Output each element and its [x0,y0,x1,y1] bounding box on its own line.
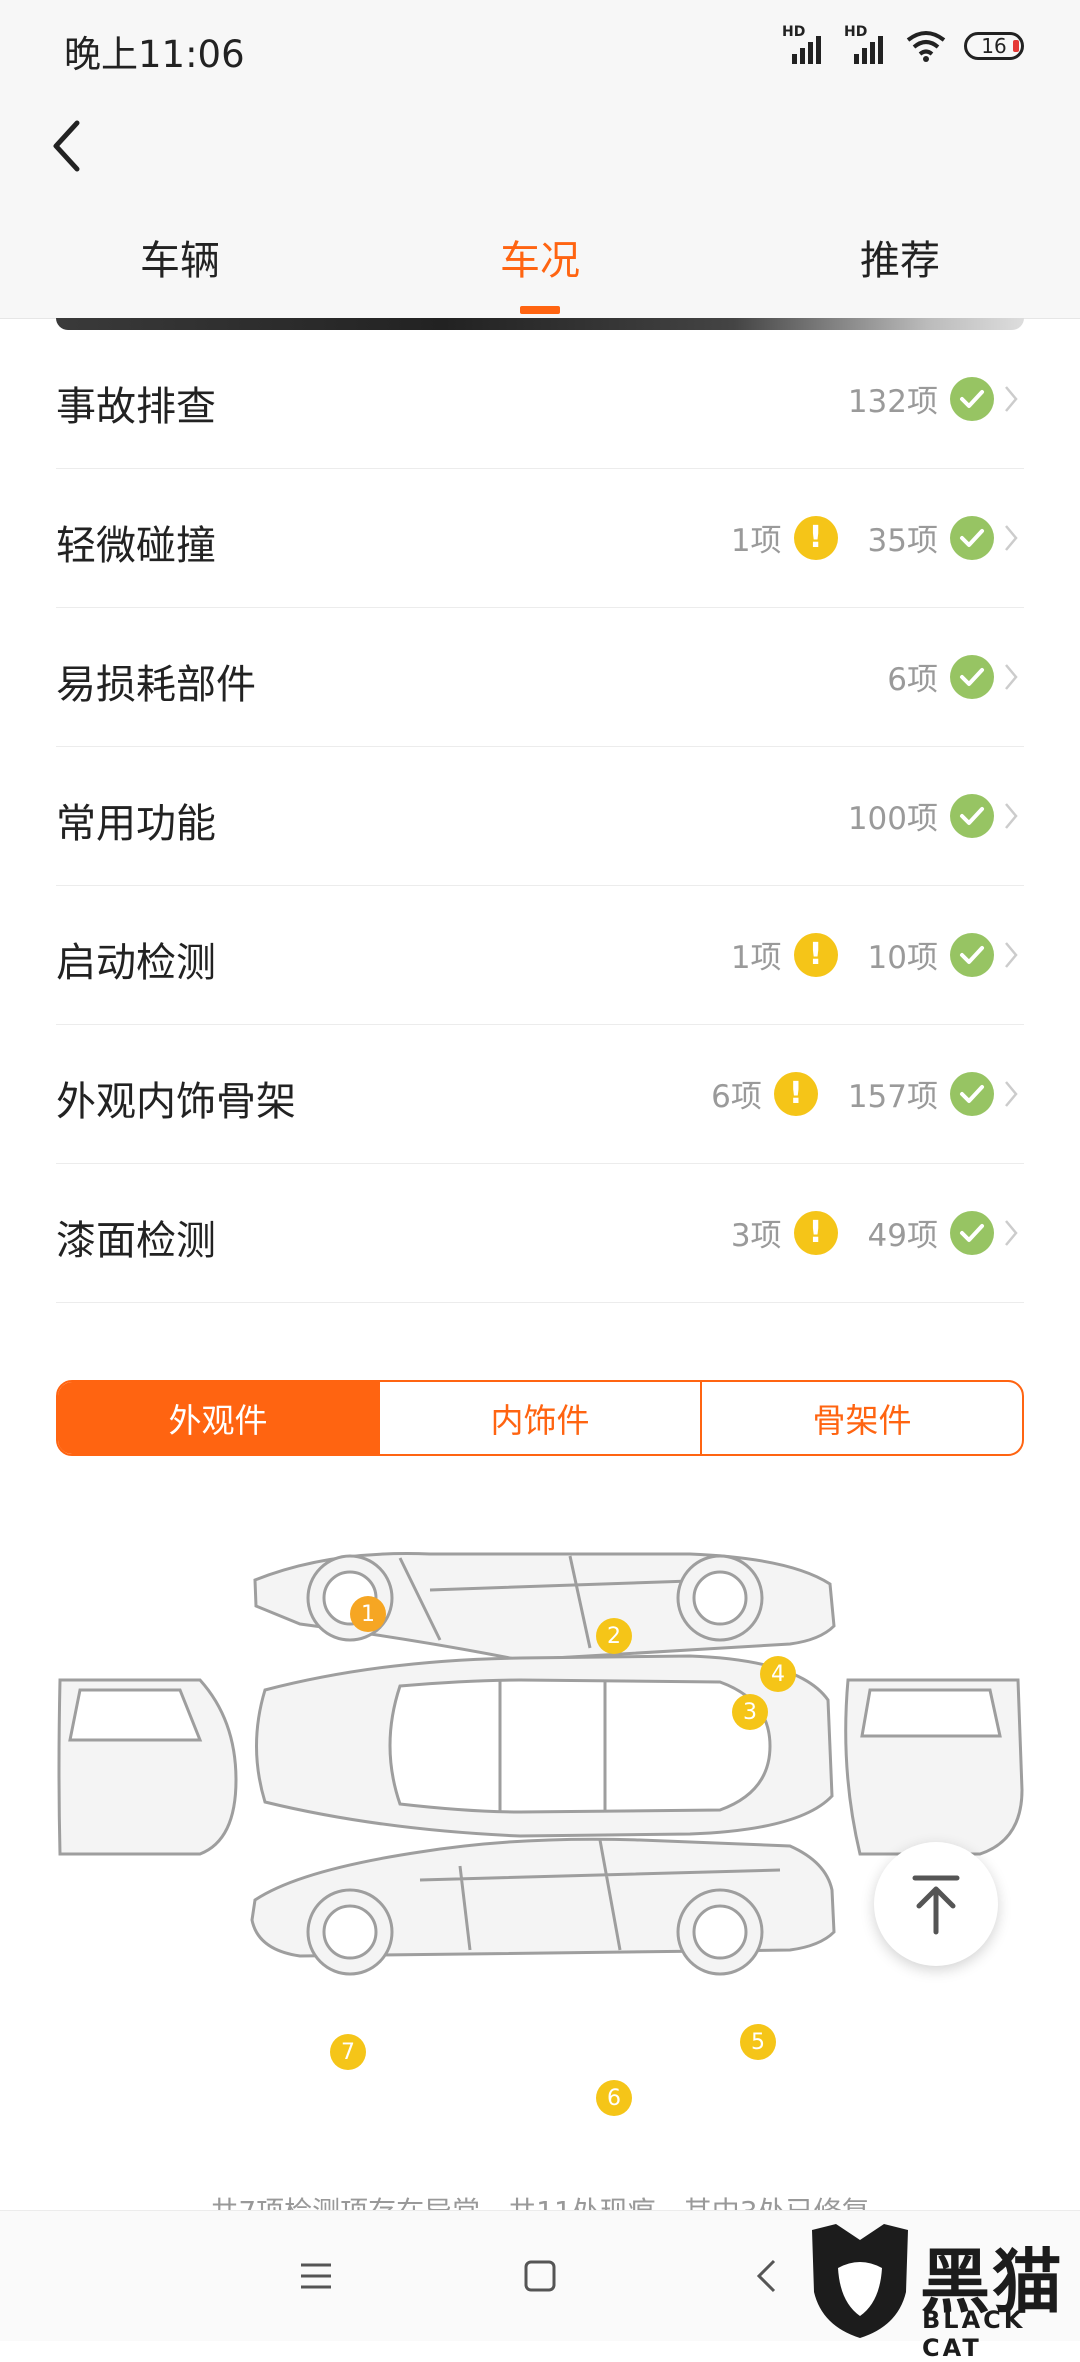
inspection-row-label: 易损耗部件 [56,662,256,708]
inspection-row-counts: 132项 [848,376,1024,421]
check-icon [950,654,994,699]
inspection-row-label: 启动检测 [56,940,216,986]
inspection-row-label: 事故排查 [56,384,216,430]
warning-icon: ! [793,1210,838,1255]
square-icon [524,2260,556,2292]
chevron-right-icon [1004,938,1024,972]
damage-marker[interactable]: 5 [740,2024,776,2060]
check-icon [950,515,994,560]
warning-count: 1项 [730,940,782,976]
inspection-row[interactable]: 事故排查 132项 [56,330,1024,469]
inspection-row-counts: 1项! 10项 [731,932,1024,977]
passed-count: 132项 [847,384,938,420]
warning-icon: ! [793,932,838,977]
signal-icon-2: HD [844,24,888,64]
tab-active-indicator [520,306,560,314]
status-bar: 晚上11:06 HD HD 16 [0,0,1080,96]
inspection-row[interactable]: 漆面检测 3项! 49项 [56,1164,1024,1303]
passed-count: 10项 [867,940,938,976]
damage-marker[interactable]: 3 [732,1694,768,1730]
check-icon [950,376,994,421]
tab-condition[interactable]: 车况 [440,228,640,286]
menu-nav-button[interactable] [286,2251,346,2301]
header: 车辆 车况 推荐 [0,96,1080,319]
warning-count: 1项 [730,523,782,559]
inspection-row-label: 漆面检测 [56,1218,216,1264]
wifi-icon [906,31,946,62]
warning-count: 6项 [711,1079,762,1115]
inspection-summary: 共7项检测项存在异常，共11处现痕，其中3处已修复 [210,2195,870,2212]
warning-icon: ! [773,1071,818,1116]
chevron-right-icon [1004,521,1024,555]
passed-count: 35项 [867,523,938,559]
inspection-row[interactable]: 启动检测 1项! 10项 [56,886,1024,1025]
passed-count: 157项 [847,1079,938,1115]
status-icons: HD HD 16 [782,24,1024,64]
tab-vehicle[interactable]: 车辆 [80,228,280,286]
chevron-right-icon [1004,1077,1024,1111]
inspection-row-counts: 6项! 157项 [711,1071,1024,1116]
inspection-row[interactable]: 易损耗部件 6项 [56,608,1024,747]
black-cat-watermark: 黑猫 BLACK CAT [808,2222,1080,2362]
signal-icon: HD [782,24,826,64]
warning-icon: ! [793,515,838,560]
inspection-row-counts: 100项 [848,793,1024,838]
damage-marker[interactable]: 6 [596,2080,632,2116]
watermark-subtext: BLACK CAT [922,2306,1026,2362]
vehicle-photo-edge [56,318,1024,330]
tab-bar: 车辆 车况 推荐 [0,214,1080,318]
inspection-list: 事故排查 132项 轻微碰撞 1项! 35项 易损耗部件 6项 常用功能 100项 启动检测 1项!… [56,330,1024,1303]
check-icon [950,932,994,977]
segment-frame[interactable]: 骨架件 [702,1382,1022,1454]
inspection-row-counts: 6项 [887,654,1024,699]
inspection-row[interactable]: 常用功能 100项 [56,747,1024,886]
chevron-left-icon [53,120,80,172]
damage-marker[interactable]: 7 [330,2034,366,2070]
passed-count: 6项 [887,662,938,698]
check-icon [950,1071,994,1116]
battery-icon: 16 [964,32,1024,60]
inspection-row-label: 外观内饰骨架 [56,1079,296,1125]
inspection-row-counts: 3项! 49项 [731,1210,1024,1255]
check-icon [950,1210,994,1255]
chevron-right-icon [1004,382,1024,416]
damage-marker[interactable]: 4 [760,1656,796,1692]
check-icon [950,793,994,838]
segment-exterior[interactable]: 外观件 [58,1382,380,1454]
warning-count: 3项 [730,1218,782,1254]
chevron-left-icon [756,2259,776,2293]
segment-interior[interactable]: 内饰件 [380,1382,702,1454]
arrow-up-icon [912,1875,960,1935]
status-time: 晚上11:06 [64,33,245,76]
cat-shield-icon [812,2224,908,2338]
part-category-segments: 外观件 内饰件 骨架件 [56,1380,1024,1456]
inspection-row[interactable]: 外观内饰骨架 6项! 157项 [56,1025,1024,1164]
inspection-row-label: 常用功能 [56,801,216,847]
chevron-right-icon [1004,660,1024,694]
passed-count: 49项 [867,1218,938,1254]
inspection-row-label: 轻微碰撞 [56,523,216,569]
damage-marker[interactable]: 1 [350,1596,386,1632]
home-nav-button[interactable] [510,2251,570,2301]
menu-icon [301,2263,331,2289]
damage-marker[interactable]: 2 [596,1618,632,1654]
back-nav-button[interactable] [736,2251,796,2301]
back-button[interactable] [36,106,96,186]
tab-recommend[interactable]: 推荐 [800,228,1000,286]
inspection-row-counts: 1项! 35项 [731,515,1024,560]
inspection-row[interactable]: 轻微碰撞 1项! 35项 [56,469,1024,608]
passed-count: 100项 [847,801,938,837]
scroll-to-top-button[interactable] [874,1842,998,1966]
chevron-right-icon [1004,1216,1024,1250]
chevron-right-icon [1004,799,1024,833]
